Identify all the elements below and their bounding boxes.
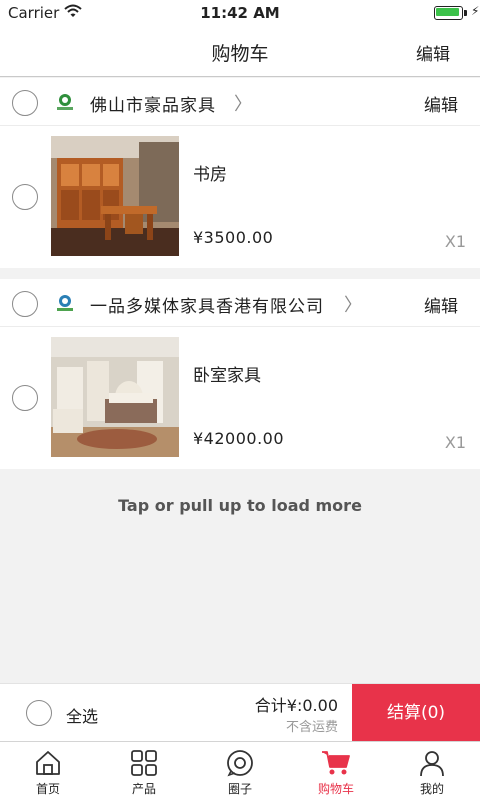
store-name[interactable]: 一品多媒体家具香港有限公司 [90,292,324,317]
store-header: 一品多媒体家具香港有限公司 〉 编辑 [0,279,480,327]
store-name[interactable]: 佛山市豪品家具 [90,91,216,116]
clock: 11:42 AM [200,4,280,22]
cart-item: 卧室家具 ¥42000.00 X1 [0,327,480,469]
cart-icon [322,751,350,775]
store-edit-button[interactable]: 编辑 [424,91,458,116]
store-card: 佛山市豪品家具 〉 编辑 书房 ¥3500.00 X1 [0,78,480,268]
checkout-bar: 全选 合计¥:0.00 不含运费 结算(0) [0,683,480,742]
item-select-radio[interactable] [12,385,38,411]
product-quantity: X1 [444,433,466,452]
store-edit-button[interactable]: 编辑 [424,292,458,317]
tab-label: 产品 [131,782,156,796]
tab-label: 我的 [419,782,444,796]
total-price: 合计¥:0.00 [254,696,338,715]
battery-icon: ⚡ [434,4,479,21]
tab-label: 圈子 [227,782,252,796]
grid-icon [131,750,157,776]
store-logo-icon [57,94,73,110]
tab-me[interactable]: 我的 [384,742,480,800]
tab-label: 购物车 [317,782,354,796]
chevron-right-icon[interactable]: 〉 [344,291,362,317]
tab-products[interactable]: 产品 [96,742,192,800]
tab-circle[interactable]: 圈子 [192,742,288,800]
product-name[interactable]: 卧室家具 [193,361,261,386]
status-bar: Carrier 11:42 AM ⚡ [0,0,480,26]
product-image[interactable] [51,136,179,256]
tab-cart[interactable]: 购物车 [288,742,384,800]
product-price: ¥42000.00 [193,429,285,448]
checkout-button[interactable]: 结算(0) [352,684,480,742]
cart-screen: Carrier 11:42 AM ⚡ 购物车 编辑 佛山市豪品家具 〉 编辑 书… [0,0,480,800]
tab-home[interactable]: 首页 [0,742,96,800]
tab-label: 首页 [35,782,60,796]
product-image[interactable] [51,337,179,457]
edit-cart-button[interactable]: 编辑 [416,40,450,65]
load-more-hint[interactable]: Tap or pull up to load more [0,496,480,515]
user-icon [420,751,444,777]
select-all-radio[interactable] [26,700,52,726]
store-select-radio[interactable] [12,90,38,116]
tab-bar: 首页 产品 圈子 购物车 我的 [0,741,480,800]
store-select-radio[interactable] [12,291,38,317]
product-price: ¥3500.00 [193,228,274,247]
store-logo-icon [57,295,73,311]
nav-bar: 购物车 编辑 [0,26,480,77]
page-title: 购物车 [211,43,269,65]
home-icon [36,751,60,775]
store-header: 佛山市豪品家具 〉 编辑 [0,78,480,126]
store-card: 一品多媒体家具香港有限公司 〉 编辑 卧室家具 ¥42000.00 X1 [0,279,480,469]
product-name[interactable]: 书房 [193,160,227,185]
item-select-radio[interactable] [12,184,38,210]
select-all-label[interactable]: 全选 [66,703,98,727]
circle-icon [227,750,253,777]
cart-item: 书房 ¥3500.00 X1 [0,126,480,268]
chevron-right-icon[interactable]: 〉 [234,90,252,116]
product-quantity: X1 [444,232,466,251]
shipping-note: 不含运费 [285,720,338,735]
